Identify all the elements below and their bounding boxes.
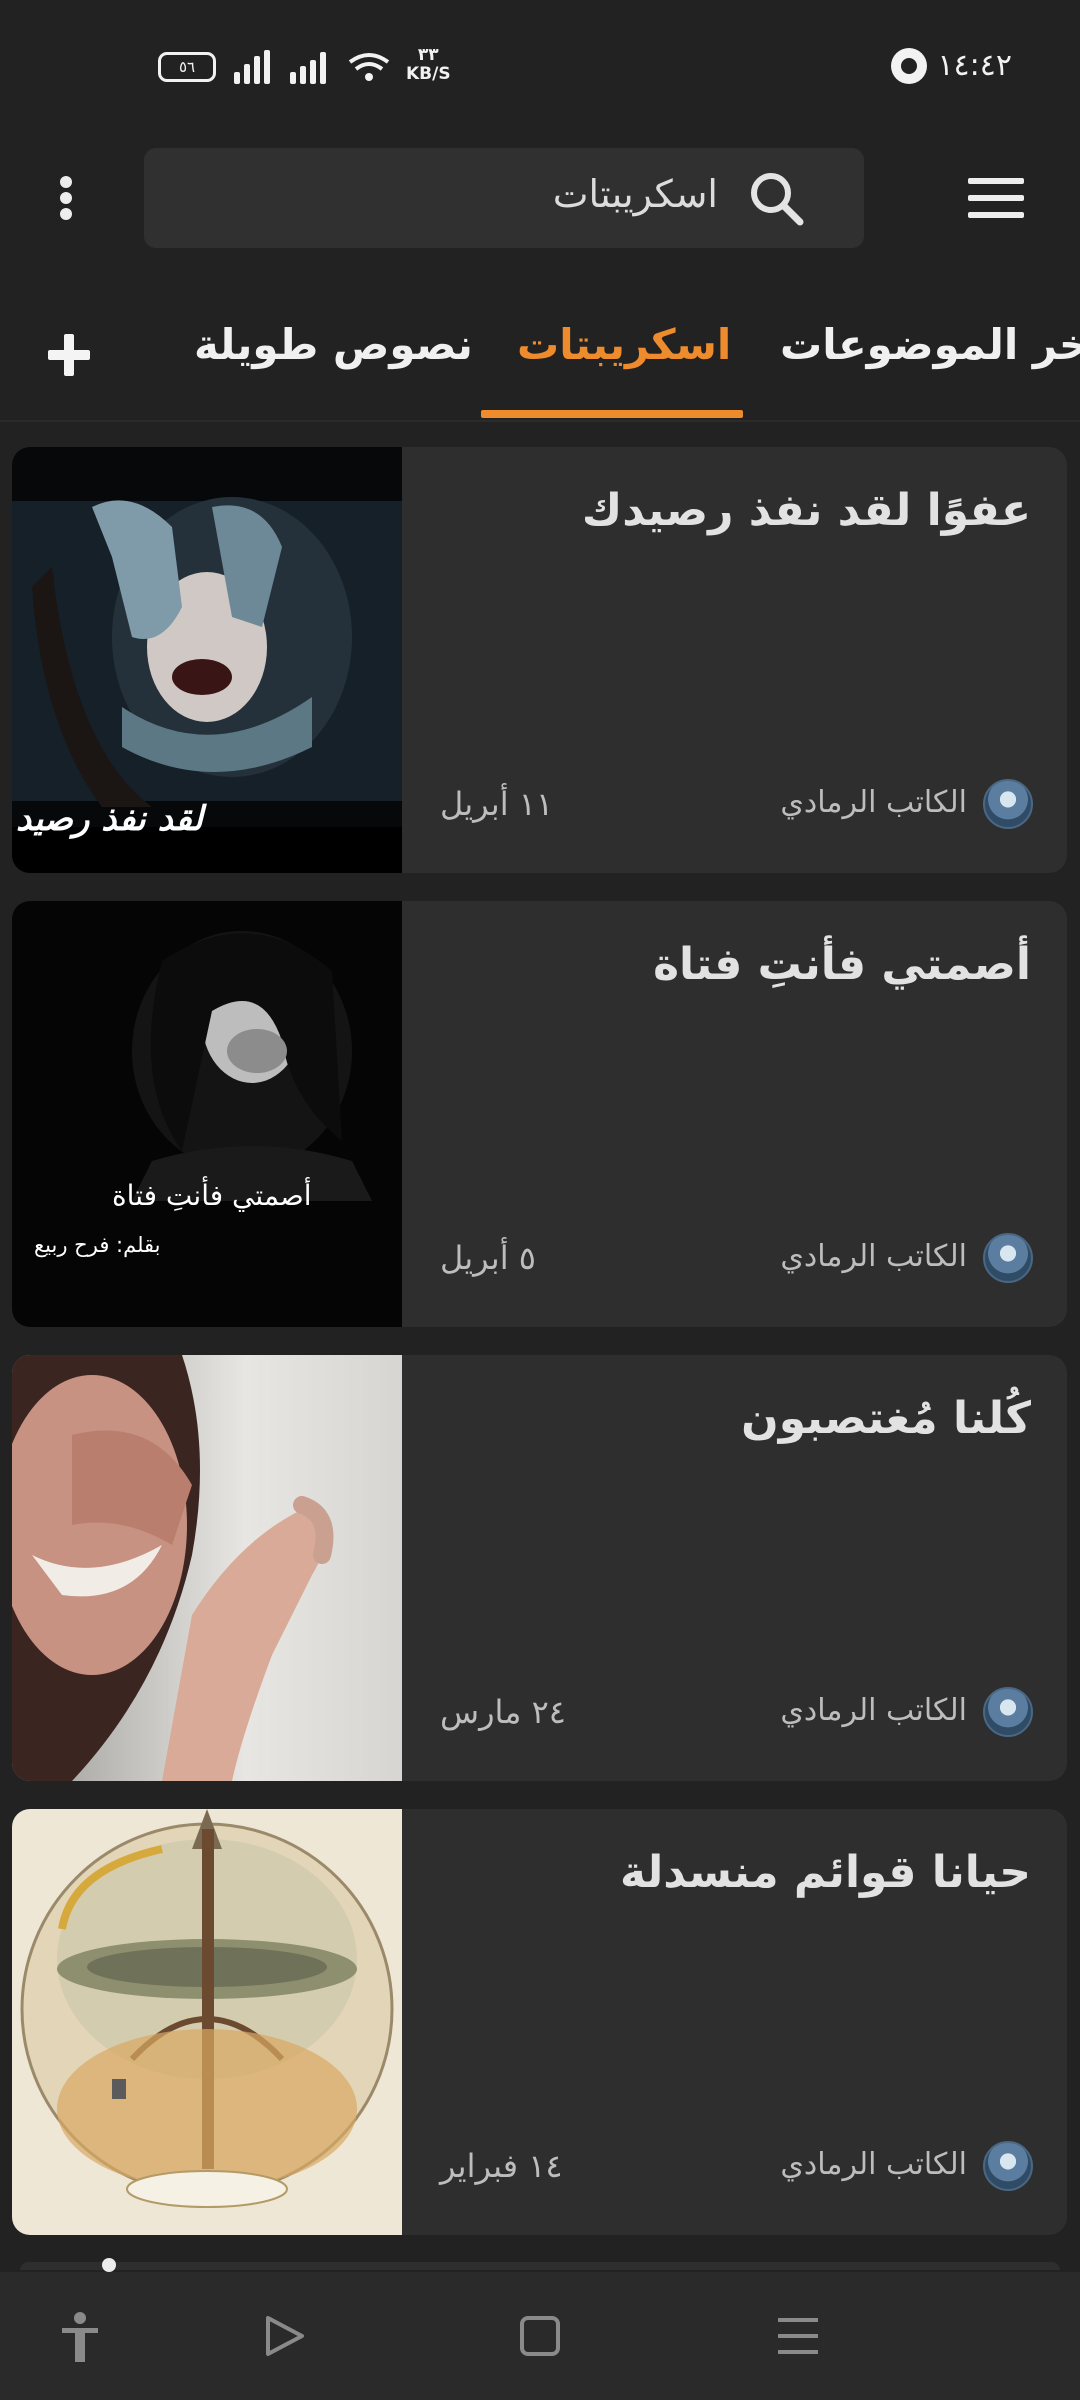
back-triangle-icon[interactable] [256,2308,312,2364]
search-icon[interactable] [746,168,806,228]
article-title: حيانا قوائم منسدلة [620,1847,1031,1898]
article-author: الكاتب الرمادي [780,785,967,820]
accessibility-icon[interactable] [52,2308,108,2364]
article-author: الكاتب الرمادي [780,1239,967,1274]
plus-icon[interactable] [44,330,96,382]
article-thumbnail: لقد نفذ رصيد [12,447,402,873]
author-avatar [983,779,1033,829]
tab-long-texts[interactable]: نصوص طويلة [194,320,473,369]
thumbnail-byline: بقلم: فرح ربيع [34,1233,161,1257]
article-title: عفوًا لقد نفذ رصيدك [581,485,1031,536]
hamburger-menu-icon[interactable] [968,178,1024,218]
article-thumbnail [12,1355,402,1781]
thumbnail-caption: أصمتي فأنتِ فتاة [112,1179,312,1212]
article-card[interactable]: حيانا قوائم منسدلة الكاتب الرمادي ١٤ فبر… [12,1809,1067,2235]
article-title: كُلنا مُغتصبون [741,1393,1031,1444]
tab-bar: نصوص طويلة اسكريبتات اخر الموضوعات [0,300,1080,420]
article-thumbnail: أصمتي فأنتِ فتاة بقلم: فرح ربيع [12,901,402,1327]
recents-menu-icon[interactable] [770,2308,826,2364]
article-date: ١٤ فبراير [440,2147,563,2185]
signal-icon [234,50,270,84]
network-speed: ٣٣ KB/S [406,46,451,84]
system-nav-bar [0,2272,1080,2400]
thumbnail-caption: لقد نفذ رصيد [16,799,203,839]
battery-icon: ٥٦ [158,52,216,82]
article-date: ١١ أبريل [440,785,554,823]
network-speed-unit: KB/S [406,64,451,84]
scroll-indicator [102,2258,116,2272]
home-square-icon[interactable] [512,2308,568,2364]
tab-latest-topics[interactable]: اخر الموضوعات [780,320,1080,369]
article-card[interactable]: أصمتي فأنتِ فتاة بقلم: فرح ربيع أصمتي فأ… [12,901,1067,1327]
status-time: ١٤:٤٢ [937,48,1012,83]
status-bar: ٥٦ ٣٣ KB/S ١٤:٤٢ [0,0,1080,130]
article-author: الكاتب الرمادي [780,2147,967,2182]
tab-scripts[interactable]: اسكريبتات [517,320,731,369]
wifi-icon [348,53,390,81]
next-card-edge [20,2262,1060,2270]
author-avatar [983,2141,1033,2191]
article-card[interactable]: لقد نفذ رصيد عفوًا لقد نفذ رصيدك الكاتب … [12,447,1067,873]
author-avatar [983,1233,1033,1283]
article-thumbnail [12,1809,402,2235]
search-bar[interactable]: اسكريبتات [144,148,864,248]
article-date: ٢٤ مارس [440,1693,566,1731]
article-author: الكاتب الرمادي [780,1693,967,1728]
article-card[interactable]: كُلنا مُغتصبون الكاتب الرمادي ٢٤ مارس [12,1355,1067,1781]
divider [0,420,1080,422]
active-tab-indicator [481,410,743,418]
more-vert-icon[interactable] [40,170,92,226]
article-title: أصمتي فأنتِ فتاة [653,939,1031,990]
whatsapp-icon [891,48,927,84]
search-input[interactable]: اسكريبتات [553,172,718,216]
article-date: ٥ أبريل [440,1239,536,1277]
author-avatar [983,1687,1033,1737]
network-speed-value: ٣٣ [417,45,439,65]
signal-icon-2 [290,50,326,84]
app-bar: اسكريبتات [0,148,1080,248]
